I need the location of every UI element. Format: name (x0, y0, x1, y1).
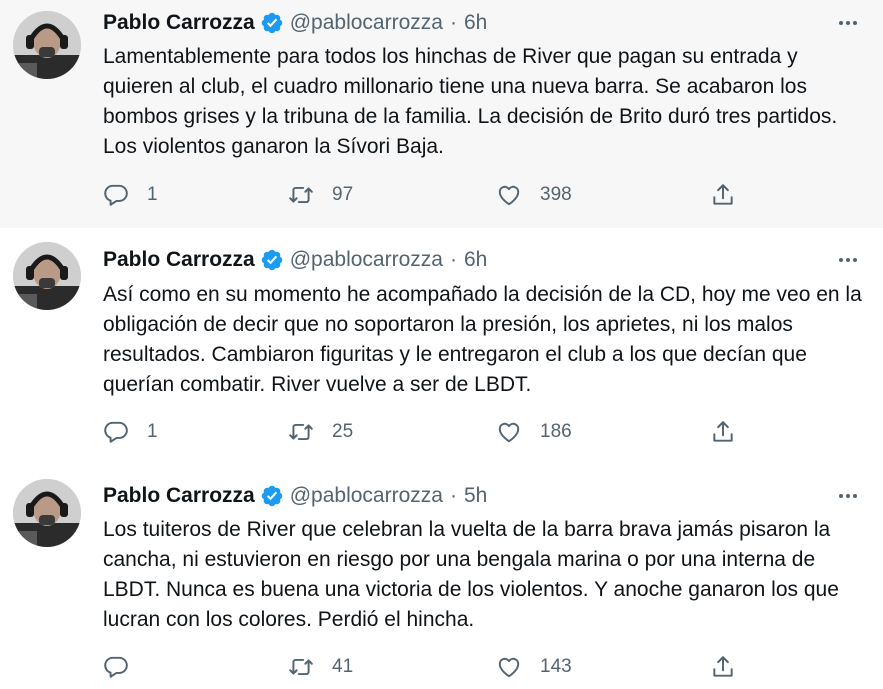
more-icon[interactable] (835, 10, 861, 36)
tweet-text: Los tuiteros de River que celebran la vu… (103, 518, 839, 631)
separator-dot: · (449, 248, 457, 271)
verified-badge-icon (260, 11, 284, 35)
retweet-count: 41 (332, 656, 354, 677)
like-icon (498, 422, 520, 443)
like-count: 143 (540, 656, 572, 677)
avatar-image (13, 11, 81, 79)
tweet-header: Pablo Carrozza @pablocarrozza · 6h (103, 245, 487, 275)
separator-dot: · (449, 11, 457, 34)
author-name[interactable]: Pablo Carrozza (103, 11, 255, 35)
like-button[interactable]: 186 (496, 415, 572, 449)
reply-button[interactable]: 1 (103, 415, 158, 449)
retweet-count: 25 (332, 421, 354, 442)
avatar-image (13, 479, 81, 547)
separator-dot: · (449, 484, 457, 507)
like-icon (498, 185, 520, 206)
tweet[interactable]: Pablo Carrozza @pablocarrozza · 6h Lamen… (0, 0, 883, 228)
avatar-image (13, 242, 81, 310)
tweet[interactable]: Pablo Carrozza @pablocarrozza · 6h Así c… (0, 228, 883, 464)
author-handle[interactable]: @pablocarrozza (290, 248, 443, 272)
like-count: 398 (540, 184, 572, 205)
verified-badge-icon (260, 248, 284, 272)
author-name[interactable]: Pablo Carrozza (103, 248, 255, 272)
tweet-text: Así como en su momento he acompañado la … (103, 283, 862, 396)
reply-button[interactable] (103, 650, 147, 684)
more-icon[interactable] (835, 247, 861, 273)
author-handle[interactable]: @pablocarrozza (290, 11, 443, 35)
avatar[interactable] (13, 242, 81, 310)
retweet-icon (289, 658, 313, 676)
author-name[interactable]: Pablo Carrozza (103, 484, 255, 508)
avatar[interactable] (13, 11, 81, 79)
tweet-actions: 41 143 (103, 650, 743, 684)
tweet-header: Pablo Carrozza @pablocarrozza · 5h (103, 481, 487, 511)
reply-icon (104, 184, 128, 206)
reply-icon (104, 656, 128, 678)
share-button[interactable] (710, 415, 736, 449)
share-icon (713, 656, 733, 677)
retweet-button[interactable]: 97 (288, 178, 353, 212)
verified-badge-icon (260, 484, 284, 508)
reply-button[interactable]: 1 (103, 178, 158, 212)
retweet-button[interactable]: 41 (288, 650, 353, 684)
retweet-icon (289, 186, 313, 204)
like-count: 186 (540, 421, 572, 442)
retweet-count: 97 (332, 184, 354, 205)
retweet-icon (289, 423, 313, 441)
share-button[interactable] (710, 650, 736, 684)
retweet-button[interactable]: 25 (288, 415, 353, 449)
tweet-actions: 1 97 398 (103, 178, 743, 212)
tweet-text: Lamentablemente para todos los hinchas d… (103, 45, 838, 158)
like-button[interactable]: 398 (496, 178, 572, 212)
like-button[interactable]: 143 (496, 650, 572, 684)
tweet-header: Pablo Carrozza @pablocarrozza · 6h (103, 8, 487, 38)
tweet[interactable]: Pablo Carrozza @pablocarrozza · 5h Los t… (0, 464, 883, 689)
author-handle[interactable]: @pablocarrozza (290, 484, 443, 508)
timestamp[interactable]: 5h (464, 484, 487, 508)
share-icon (713, 421, 733, 442)
reply-count: 1 (147, 421, 158, 442)
timestamp[interactable]: 6h (464, 11, 487, 35)
timestamp[interactable]: 6h (464, 248, 487, 272)
reply-icon (104, 421, 128, 443)
tweet-actions: 1 25 186 (103, 415, 743, 449)
share-button[interactable] (710, 178, 736, 212)
like-icon (498, 657, 520, 678)
more-icon[interactable] (835, 483, 861, 509)
avatar[interactable] (13, 479, 81, 547)
reply-count: 1 (147, 184, 158, 205)
share-icon (713, 184, 733, 205)
